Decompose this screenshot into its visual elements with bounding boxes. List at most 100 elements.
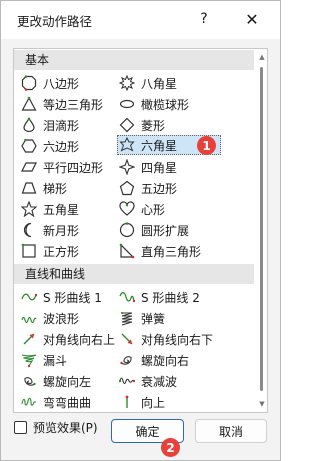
cancel-button[interactable]: 取消 — [195, 419, 267, 443]
path-option-hexagon[interactable]: 六边形 — [21, 136, 79, 156]
eight-point-star-icon — [119, 75, 135, 91]
path-option-label: 八角星 — [141, 76, 178, 91]
path-option-trapezoid[interactable]: 梯形 — [21, 178, 67, 198]
diagonal-up-right-icon — [23, 333, 35, 345]
square-icon — [21, 243, 36, 258]
path-option-label: 五角星 — [43, 202, 80, 217]
path-option-label: 弯弯曲曲 — [43, 395, 92, 410]
category-basic: 基本 — [14, 50, 254, 70]
path-option-label: S 形曲线 1 — [43, 290, 102, 305]
cancel-button-label: 取消 — [218, 424, 243, 439]
path-option-label: 平行四边形 — [43, 160, 104, 175]
path-option-diamond[interactable]: 菱形 — [119, 115, 165, 135]
path-option-label: 泪滴形 — [43, 118, 80, 133]
path-option-circle[interactable]: 圆形扩展 — [119, 220, 189, 240]
five-point-star-icon — [21, 201, 37, 217]
spiral-right-icon — [120, 356, 132, 365]
diagonal-down-right-icon — [121, 333, 133, 345]
path-option-heart[interactable]: 心形 — [119, 199, 165, 219]
path-option-equilateral-triangle[interactable]: 等边三角形 — [21, 94, 103, 114]
path-option-label: 对角线向右上 — [43, 332, 116, 347]
path-option-octagon[interactable]: 八边形 — [21, 73, 79, 93]
trapezoid-icon — [21, 182, 37, 194]
preview-effect-label: 预览效果(P) — [33, 421, 98, 435]
path-option-spiral-left[interactable]: 螺旋向左 — [21, 371, 91, 391]
list-scrollbar[interactable]: ▲ ▼ — [257, 49, 266, 412]
path-option-label: 正方形 — [43, 244, 80, 259]
path-option-crescent[interactable]: 新月形 — [21, 220, 79, 240]
football-icon — [119, 99, 135, 109]
dialog-title: 更改动作路径 — [17, 14, 93, 29]
help-button[interactable]: ? — [187, 3, 221, 35]
path-option-s-curve-1[interactable]: S 形曲线 1 — [21, 287, 102, 307]
path-option-spiral-right[interactable]: 螺旋向右 — [119, 350, 189, 370]
path-option-up[interactable]: 向上 — [119, 392, 165, 412]
path-option-right-triangle[interactable]: 直角三角形 — [119, 241, 201, 261]
path-option-five-point-star[interactable]: 五角星 — [21, 199, 79, 219]
teardrop-icon — [23, 117, 35, 133]
category-lines-curves: 直线和曲线 — [14, 264, 254, 284]
path-option-diagonal-down-right[interactable]: 对角线向右下 — [119, 329, 213, 349]
path-option-zigzag-curve[interactable]: 弯弯曲曲 — [21, 392, 91, 412]
right-triangle-icon — [119, 243, 135, 259]
s-curve-1-icon — [21, 293, 37, 301]
annotation-badge-2: 2 — [161, 438, 180, 457]
hexagon-icon — [21, 138, 37, 153]
decaying-wave-icon — [119, 377, 135, 385]
path-option-label: 五边形 — [141, 181, 178, 196]
six-point-star-icon — [119, 137, 135, 152]
scroll-up-arrow-icon[interactable]: ▲ — [258, 52, 266, 62]
path-option-diagonal-up-right[interactable]: 对角线向右上 — [21, 329, 115, 349]
preview-effect-checkbox[interactable]: 预览效果(P) — [14, 419, 98, 436]
path-option-square[interactable]: 正方形 — [21, 241, 79, 261]
path-option-label: 直角三角形 — [141, 244, 202, 259]
spring-icon — [120, 311, 133, 326]
path-option-label: 弹簧 — [141, 311, 166, 326]
path-option-label: 等边三角形 — [43, 97, 104, 112]
zigzag-curve-icon — [21, 397, 36, 406]
change-motion-path-dialog: 更改动作路径 ? ✕ 基本 八边形 八角星 等边三角形 橄榄球形 泪滴形 菱形 — [0, 0, 281, 461]
diamond-icon — [119, 117, 135, 133]
path-option-label: 波浪形 — [43, 311, 80, 326]
octagon-icon — [21, 75, 37, 91]
ok-button-label: 确定 — [135, 424, 160, 439]
path-option-eight-point-star[interactable]: 八角星 — [119, 73, 177, 93]
close-button[interactable]: ✕ — [235, 3, 269, 35]
path-option-label: 漏斗 — [43, 353, 68, 368]
path-option-label: 圆形扩展 — [141, 223, 190, 238]
path-option-label: 六边形 — [43, 139, 80, 154]
path-option-label: 新月形 — [43, 223, 80, 238]
path-option-label: S 形曲线 2 — [141, 290, 200, 305]
path-option-label: 对角线向右下 — [141, 332, 214, 347]
path-option-pentagon[interactable]: 五边形 — [119, 178, 177, 198]
wave-icon — [21, 316, 37, 324]
path-option-teardrop[interactable]: 泪滴形 — [21, 115, 79, 135]
path-option-funnel[interactable]: 漏斗 — [21, 350, 67, 370]
spiral-left-icon — [24, 377, 36, 386]
heart-icon — [119, 201, 135, 216]
four-point-star-icon — [119, 159, 135, 175]
path-option-label: 螺旋向右 — [141, 353, 190, 368]
scroll-down-arrow-icon[interactable]: ▼ — [258, 399, 266, 409]
path-option-four-point-star[interactable]: 四角星 — [119, 157, 177, 177]
checkbox-box[interactable] — [14, 421, 27, 434]
path-option-label: 四角星 — [141, 160, 178, 175]
path-option-decaying-wave[interactable]: 衰减波 — [119, 371, 177, 391]
equilateral-triangle-icon — [21, 96, 37, 111]
path-option-wave[interactable]: 波浪形 — [21, 308, 79, 328]
path-option-s-curve-2[interactable]: S 形曲线 2 — [119, 287, 200, 307]
circle-icon — [119, 222, 135, 238]
path-option-label: 八边形 — [43, 76, 80, 91]
path-option-label: 向上 — [141, 395, 166, 410]
funnel-icon — [21, 354, 37, 368]
annotation-badge-1: 1 — [197, 136, 216, 155]
pentagon-icon — [119, 180, 135, 196]
path-option-label: 衰减波 — [141, 374, 178, 389]
path-option-football[interactable]: 橄榄球形 — [119, 94, 189, 114]
path-option-spring[interactable]: 弹簧 — [119, 308, 165, 328]
motion-path-list[interactable]: 基本 八边形 八角星 等边三角形 橄榄球形 泪滴形 菱形 六边形 六角星 平行四… — [13, 48, 268, 413]
s-curve-2-icon — [119, 292, 135, 303]
scroll-thumb[interactable] — [260, 67, 263, 391]
title-bar: 更改动作路径 ? ✕ — [1, 1, 280, 39]
path-option-parallelogram[interactable]: 平行四边形 — [21, 157, 103, 177]
